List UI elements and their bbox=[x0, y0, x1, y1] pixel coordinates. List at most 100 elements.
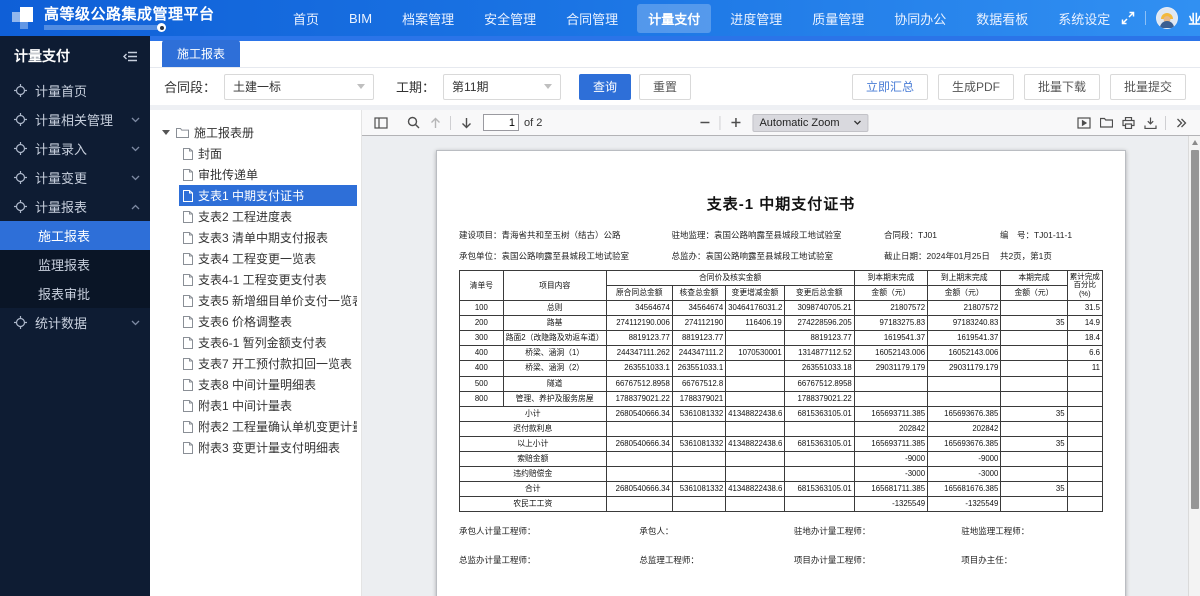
table-cell: 2680540666.34 bbox=[606, 406, 672, 421]
table-cell bbox=[672, 497, 725, 512]
presentation-mode-icon[interactable] bbox=[1073, 113, 1095, 133]
next-page-icon[interactable] bbox=[455, 113, 477, 133]
zoom-level-select[interactable]: Automatic Zoom bbox=[752, 114, 868, 132]
tree-item[interactable]: 支表5 新增细目单价支付一览表 bbox=[179, 290, 357, 311]
topnav-item[interactable]: BIM bbox=[338, 6, 383, 31]
topnav-item[interactable]: 合同管理 bbox=[555, 4, 629, 33]
file-icon bbox=[183, 148, 193, 160]
action-button[interactable]: 批量下载 bbox=[1024, 74, 1100, 100]
table-cell: 合计 bbox=[460, 482, 607, 497]
reset-button[interactable]: 重置 bbox=[639, 74, 691, 100]
table-cell bbox=[606, 421, 672, 436]
topnav-item[interactable]: 协同办公 bbox=[883, 4, 957, 33]
tab-bar: 施工报表 bbox=[150, 41, 1200, 68]
sidebar-submenu: 施工报表 监理报表 报表审批 bbox=[0, 221, 150, 308]
tree-item[interactable]: 支表8 中间计量明细表 bbox=[179, 374, 357, 395]
signature-field: 驻地办计量工程师： bbox=[794, 525, 961, 537]
topnav-item[interactable]: 质量管理 bbox=[801, 4, 875, 33]
topnav-item[interactable]: 计量支付 bbox=[637, 4, 711, 33]
app-logo bbox=[10, 5, 36, 31]
tree-item[interactable]: 附表3 变更计量支付明细表 bbox=[179, 437, 357, 458]
tree-item[interactable]: 支表4-1 工程变更支付表 bbox=[179, 269, 357, 290]
contract-label: 合同段： bbox=[164, 77, 216, 96]
vertical-scrollbar[interactable] bbox=[1188, 136, 1200, 596]
sidebar-subitem[interactable]: 施工报表 bbox=[0, 221, 150, 250]
tree-item[interactable]: 支表6 价格调整表 bbox=[179, 311, 357, 332]
table-cell bbox=[928, 391, 1001, 406]
sidebar-item-home[interactable]: 计量首页 bbox=[0, 76, 150, 105]
previous-page-icon[interactable] bbox=[424, 113, 446, 133]
sidebar-item-reports[interactable]: 计量报表 bbox=[0, 192, 150, 221]
scroll-up-arrow-icon[interactable] bbox=[1192, 140, 1198, 145]
zoom-controls: Automatic Zoom bbox=[693, 113, 868, 133]
brand: 高等级公路集成管理平台 bbox=[10, 5, 282, 31]
tree-item[interactable]: 支表3 清单中期支付报表 bbox=[179, 227, 357, 248]
zoom-in-icon[interactable] bbox=[724, 113, 746, 133]
more-tools-icon[interactable] bbox=[1170, 113, 1192, 133]
table-cell: 66767512.8 bbox=[672, 376, 725, 391]
tree-item[interactable]: 支表4 工程变更一览表 bbox=[179, 248, 357, 269]
topnav-item[interactable]: 安全管理 bbox=[473, 4, 547, 33]
fullscreen-icon[interactable] bbox=[1121, 11, 1135, 25]
meta-field: 共2页，第1页 bbox=[1000, 250, 1103, 262]
table-cell bbox=[726, 331, 785, 346]
brand-dot-icon bbox=[157, 23, 166, 32]
sidebar-item-stats[interactable]: 统计数据 bbox=[0, 308, 150, 337]
payment-table: 清单号 项目内容 合同价及核实金额 到本期末完成 到上期末完成 本期完成 累计完… bbox=[459, 270, 1103, 512]
table-cell bbox=[1067, 406, 1102, 421]
tree-item[interactable]: 支表2 工程进度表 bbox=[179, 206, 357, 227]
pdf-viewer: of 2 Automatic Zoom bbox=[362, 110, 1200, 596]
contract-select[interactable]: 土建一标 bbox=[224, 74, 374, 100]
open-file-icon[interactable] bbox=[1095, 113, 1117, 133]
tree-item[interactable]: 封面 bbox=[179, 143, 357, 164]
action-button[interactable]: 立即汇总 bbox=[852, 74, 928, 100]
sidebar-toggle-icon[interactable] bbox=[370, 113, 392, 133]
period-select[interactable]: 第11期 bbox=[443, 74, 561, 100]
avatar[interactable] bbox=[1156, 7, 1178, 29]
topnav-item[interactable]: 档案管理 bbox=[391, 4, 465, 33]
sidebar-subitem[interactable]: 报表审批 bbox=[0, 279, 150, 308]
topnav-item[interactable]: 进度管理 bbox=[719, 4, 793, 33]
sidebar-item-change[interactable]: 计量变更 bbox=[0, 163, 150, 192]
search-icon[interactable] bbox=[402, 113, 424, 133]
user-name[interactable]: 业主总工 bbox=[1188, 9, 1200, 28]
topnav-item[interactable]: 首页 bbox=[282, 4, 330, 33]
tree-item[interactable]: 附表2 工程量确认单机变更计量表 bbox=[179, 416, 357, 437]
zoom-out-icon[interactable] bbox=[693, 113, 715, 133]
table-cell: 6815363105.01 bbox=[784, 482, 854, 497]
table-cell bbox=[1001, 391, 1067, 406]
table-cell: -1325549 bbox=[928, 497, 1001, 512]
file-icon bbox=[183, 169, 193, 181]
table-cell: 274112190.006 bbox=[606, 316, 672, 331]
tree-item[interactable]: 支表6-1 暂列金额支付表 bbox=[179, 332, 357, 353]
pdf-canvas-area[interactable]: 支表-1 中期支付证书 建设项目：青海省共和至玉树（结古）公路 驻地监理：袁国公… bbox=[362, 136, 1200, 596]
tree-item[interactable]: 审批传递单 bbox=[179, 164, 357, 185]
tab-construction-report[interactable]: 施工报表 bbox=[162, 40, 240, 67]
table-cell: 索赔金额 bbox=[460, 451, 607, 466]
tree-item[interactable]: 支表7 开工预付款扣回一览表 bbox=[179, 353, 357, 374]
table-cell: 8819123.77 bbox=[606, 331, 672, 346]
sidebar-item-related-mgmt[interactable]: 计量相关管理 bbox=[0, 105, 150, 134]
table-cell: 41348822438.6 bbox=[726, 406, 785, 421]
table-row: 400桥梁、涵洞（1）244347111.262244347111.210705… bbox=[460, 346, 1103, 361]
expander-icon[interactable] bbox=[162, 130, 170, 135]
table-cell: 165681676.385 bbox=[928, 482, 1001, 497]
print-icon[interactable] bbox=[1117, 113, 1139, 133]
page-number-input[interactable] bbox=[483, 114, 519, 131]
scrollbar-thumb[interactable] bbox=[1191, 150, 1199, 509]
menu-gear-icon bbox=[14, 316, 27, 329]
collapse-sidebar-icon[interactable] bbox=[123, 50, 138, 63]
action-button[interactable]: 生成PDF bbox=[938, 74, 1014, 100]
search-button[interactable]: 查询 bbox=[579, 74, 631, 100]
download-icon[interactable] bbox=[1139, 113, 1161, 133]
topnav-item[interactable]: 系统设定 bbox=[1047, 4, 1121, 33]
tree-item[interactable]: 附表1 中间计量表 bbox=[179, 395, 357, 416]
tree-item[interactable]: 支表1 中期支付证书 bbox=[179, 185, 357, 206]
sidebar-item-entry[interactable]: 计量录入 bbox=[0, 134, 150, 163]
sidebar-subitem[interactable]: 监理报表 bbox=[0, 250, 150, 279]
action-button[interactable]: 批量提交 bbox=[1110, 74, 1186, 100]
topnav-item[interactable]: 数据看板 bbox=[965, 4, 1039, 33]
table-cell: 5361081332 bbox=[672, 482, 725, 497]
file-icon bbox=[183, 253, 193, 265]
tree-root-folder[interactable]: 施工报表册 bbox=[162, 122, 357, 143]
